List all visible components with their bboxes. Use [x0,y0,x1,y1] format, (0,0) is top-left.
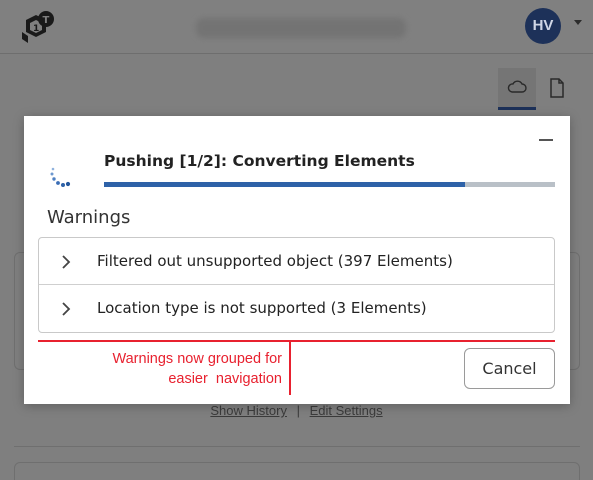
svg-text:1: 1 [33,24,39,34]
progress-bar-fill [104,182,465,187]
chevron-right-icon [62,302,71,316]
document-icon [550,78,564,98]
logo-icon[interactable]: 1 T [18,10,58,44]
document-tab[interactable] [549,78,565,102]
warnings-list: Filtered out unsupported object (397 Ele… [38,237,555,333]
background-links: Show History | Edit Settings [0,403,593,418]
chevron-down-icon[interactable] [574,20,582,25]
cancel-button[interactable]: Cancel [464,348,555,389]
app-header: 1 T HV [0,0,593,54]
minimize-icon[interactable] [537,124,557,144]
warnings-heading: Warnings [47,207,131,228]
edit-settings-link[interactable]: Edit Settings [310,403,383,418]
project-title-blurred [196,18,406,38]
annotation-underline [38,340,555,342]
background-bottom-panel [14,462,580,480]
cloud-tab[interactable] [498,68,536,110]
annotation-line-1: Warnings now grouped for [112,351,282,367]
push-progress-dialog: Pushing [1/2]: Converting Elements Warni… [24,116,570,404]
annotation-line-2: easier navigation [168,371,282,387]
background-panel-edge [570,252,580,370]
cloud-icon [507,80,527,93]
show-history-link[interactable]: Show History [210,403,287,418]
link-separator: | [296,403,300,418]
progress-title: Pushing [1/2]: Converting Elements [104,152,415,170]
annotation-text: Warnings now grouped for easier navigati… [58,349,282,389]
divider [14,446,580,447]
progress-bar [104,182,555,187]
warning-group-row[interactable]: Filtered out unsupported object (397 Ele… [39,238,554,285]
svg-text:T: T [43,15,50,26]
background-panel-edge [14,252,24,370]
chevron-right-icon [62,255,71,269]
spinner-icon [50,167,71,187]
warning-group-label: Location type is not supported (3 Elemen… [97,299,427,317]
user-avatar[interactable]: HV [525,8,561,44]
warning-group-row[interactable]: Location type is not supported (3 Elemen… [39,285,554,332]
warning-group-label: Filtered out unsupported object (397 Ele… [97,252,453,270]
annotation-pointer [289,342,291,395]
